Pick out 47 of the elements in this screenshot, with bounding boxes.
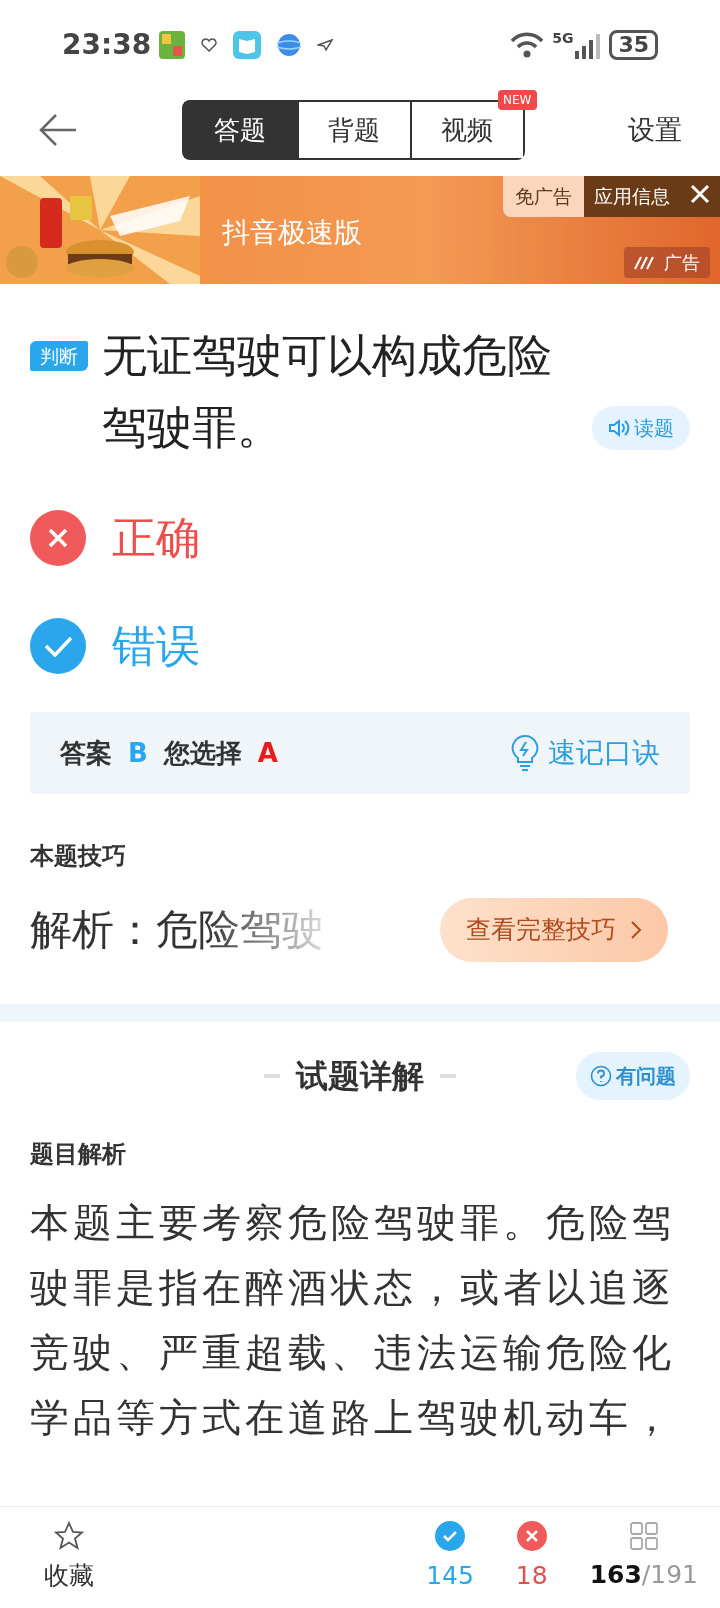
speaker-icon <box>608 418 630 438</box>
check-circle-icon[interactable] <box>30 618 86 674</box>
current-question-number: 163 <box>589 1558 642 1591</box>
grid-icon[interactable] <box>629 1521 658 1550</box>
your-choice-label: 您选择 <box>163 736 242 770</box>
ad-banner[interactable]: 抖音极速版 免广告 应用信息 广告 <box>0 176 720 284</box>
help-icon <box>590 1065 612 1087</box>
ad-label: 广告 <box>664 251 700 275</box>
settings-link[interactable]: 设置 <box>628 109 682 151</box>
app-info-button[interactable]: 应用信息 <box>584 176 680 217</box>
total-questions: /191 <box>641 1558 698 1591</box>
new-badge: NEW <box>498 90 537 110</box>
remove-ads-button[interactable]: 免广告 <box>503 176 584 217</box>
section-title: 试题详解 <box>296 1056 424 1097</box>
signal-icon <box>573 31 602 59</box>
answer-label: 答案 <box>60 736 112 770</box>
correct-answer: B <box>128 736 148 770</box>
your-answer: A <box>257 736 278 770</box>
heart-icon <box>201 38 218 52</box>
option-label[interactable]: 正确 <box>112 505 200 571</box>
check-circle-icon <box>435 1520 465 1551</box>
battery-indicator: 35 <box>609 30 658 60</box>
back-arrow-icon[interactable] <box>38 113 78 147</box>
question-text: 无证驾驶可以构成危险驾驶罪。 <box>102 328 553 456</box>
book-icon <box>233 31 262 59</box>
tips-heading: 本题技巧 <box>30 841 127 872</box>
wifi-icon <box>510 32 545 58</box>
question-type-tag: 判断 <box>30 341 88 371</box>
stripes-icon <box>634 255 654 270</box>
chevron-right-icon <box>630 920 642 940</box>
correct-count: 145 <box>426 1559 474 1592</box>
mode-tab[interactable]: 答题 <box>183 102 297 158</box>
app-icon <box>159 31 186 59</box>
explanation-paragraph: 本题主要考察危险驾驶罪。危险驾驶罪是指在醉酒状态，或者以追逐竞驶、严重超载、违法运输危险化学品等方式在道路上驾驶机动车， <box>29 1199 676 1442</box>
cross-circle-icon <box>516 1520 547 1551</box>
ad-title: 抖音极速版 <box>222 215 362 251</box>
globe-icon <box>277 33 302 57</box>
star-icon[interactable] <box>54 1520 84 1551</box>
view-full-tips-button[interactable]: 查看完整技巧 <box>440 898 668 962</box>
status-time: 23:38 <box>62 27 152 63</box>
wrong-count: 18 <box>515 1559 548 1592</box>
lightbulb-icon[interactable] <box>510 734 540 772</box>
cross-circle-icon[interactable] <box>30 510 86 566</box>
close-icon[interactable] <box>690 184 710 204</box>
favorite-label[interactable]: 收藏 <box>44 1556 94 1595</box>
network-label: 5G <box>552 31 574 45</box>
analysis-subheading: 题目解析 <box>30 1139 127 1170</box>
